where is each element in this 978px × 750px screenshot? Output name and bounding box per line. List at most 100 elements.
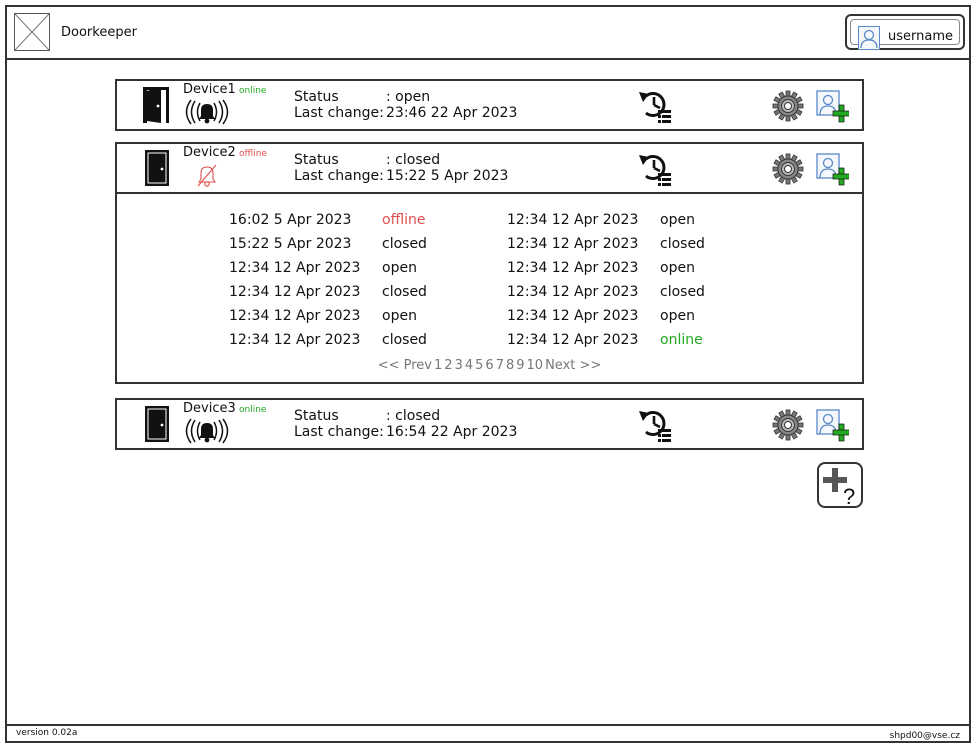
alarm-bell-icon [185, 418, 229, 444]
pager-page[interactable]: 5 [475, 358, 483, 373]
history-time: 16:02 5 Apr 2023 [229, 212, 352, 228]
alarm-bell-icon [185, 99, 229, 125]
history-time: 12:34 12 Apr 2023 [229, 308, 361, 324]
status-value: : closed [386, 408, 441, 424]
add-user-icon [816, 153, 851, 186]
alarm-toggle[interactable] [181, 99, 233, 125]
door-status [141, 148, 173, 188]
history-state: open [660, 260, 695, 276]
pager-page[interactable]: 2 [444, 358, 452, 373]
history-button[interactable] [636, 150, 674, 186]
settings-button[interactable] [772, 90, 804, 122]
alarm-off-icon [197, 164, 217, 187]
last-change-value: 15:22 5 Apr 2023 [386, 168, 509, 184]
logo-image [14, 13, 50, 51]
add-user-button[interactable] [815, 152, 851, 186]
settings-button[interactable] [772, 409, 804, 441]
history-icon [639, 411, 671, 442]
history-time: 12:34 12 Apr 2023 [229, 284, 361, 300]
last-change-label: Last change: [294, 105, 384, 121]
username-label: username [888, 29, 953, 44]
pager-page[interactable]: 10 [527, 358, 544, 373]
pager-page[interactable]: 8 [506, 358, 514, 373]
history-icon [639, 92, 671, 123]
history-state: closed [382, 332, 427, 348]
pager-page[interactable]: 4 [465, 358, 473, 373]
device-name: Device1 [183, 82, 236, 97]
connection-badge: online [239, 405, 267, 415]
pager-page[interactable]: 3 [455, 358, 463, 373]
device-card: Device1 online Status : open Last change: 23:… [115, 79, 864, 131]
history-state: online [660, 332, 703, 348]
history-time: 12:34 12 Apr 2023 [507, 308, 639, 324]
device-card-header: Device3 online Status: closed Last change: 1… [117, 400, 862, 448]
add-user-button[interactable] [815, 89, 851, 123]
status-label: Status [294, 89, 339, 105]
history-time: 12:34 12 Apr 2023 [507, 260, 639, 276]
history-state: closed [660, 284, 705, 300]
svg-text:?: ? [843, 484, 855, 506]
pager-page[interactable]: 6 [485, 358, 493, 373]
add-user-icon [816, 409, 851, 442]
device-name: Device2 [183, 145, 236, 160]
pager-prev[interactable]: << Prev [378, 358, 432, 373]
status-value: : closed [386, 152, 441, 168]
status-label: Status [294, 152, 339, 168]
history-time: 12:34 12 Apr 2023 [229, 332, 361, 348]
history-panel: 16:02 5 Apr 2023 offline 15:22 5 Apr 2023 c… [117, 192, 862, 382]
door-open-icon [143, 87, 169, 123]
history-button[interactable] [636, 406, 674, 442]
device-card-header: Device2 offline Status : closed Last change:… [117, 144, 862, 192]
history-state: closed [382, 284, 427, 300]
alarm-toggle[interactable] [181, 418, 233, 444]
add-device-icon: ? [823, 468, 855, 509]
pager-page[interactable]: 7 [496, 358, 504, 373]
device-card: Device3 online Status: closed Last change: 1… [115, 398, 864, 450]
last-change-label: Last change: [294, 424, 384, 440]
footer-divider [5, 724, 971, 726]
history-button[interactable] [636, 87, 674, 123]
gear-icon [772, 409, 804, 441]
device-card: Device2 offline Status: closed Last change:… [115, 142, 864, 384]
history-time: 12:34 12 Apr 2023 [507, 236, 639, 252]
app-title: Doorkeeper [61, 25, 137, 40]
status-label: Status [294, 408, 339, 424]
history-time: 12:34 12 Apr 2023 [229, 260, 361, 276]
history-time: 15:22 5 Apr 2023 [229, 236, 352, 252]
history-time: 12:34 12 Apr 2023 [507, 284, 639, 300]
device-card-header: Device1 online Status : open Last change: 23:… [117, 81, 862, 129]
settings-button[interactable] [772, 153, 804, 185]
user-avatar-icon [858, 26, 880, 50]
header-divider [5, 58, 971, 60]
add-user-icon [816, 90, 851, 123]
pager-next[interactable]: Next >> [545, 358, 601, 373]
pager-page[interactable]: 9 [516, 358, 524, 373]
door-closed-icon [145, 150, 169, 186]
alarm-toggle[interactable] [181, 162, 233, 188]
gear-icon [772, 90, 804, 122]
door-status [141, 85, 173, 125]
history-icon [639, 155, 671, 186]
device-name: Device3 [183, 401, 236, 416]
history-state: offline [382, 212, 426, 228]
connection-badge: online [239, 86, 267, 96]
history-time: 12:34 12 Apr 2023 [507, 212, 639, 228]
history-state: open [382, 308, 417, 324]
user-menu-button[interactable]: username [845, 14, 965, 50]
add-user-button[interactable] [815, 408, 851, 442]
status-value: : open [386, 89, 431, 105]
connection-badge: offline [239, 149, 267, 159]
add-device-button[interactable]: ? [817, 462, 863, 509]
door-closed-icon [145, 406, 169, 442]
history-state: open [660, 212, 695, 228]
history-time: 12:34 12 Apr 2023 [507, 332, 639, 348]
version-label: version 0.02a [16, 728, 78, 738]
last-change-label: Last change: [294, 168, 384, 184]
history-state: closed [382, 236, 427, 252]
history-state: closed [660, 236, 705, 252]
pager-page[interactable]: 1 [434, 358, 442, 373]
pagination: << Prev 1 2 3 4 5 6 7 8 9 10 Next >> [117, 358, 862, 373]
last-change-value: 23:46 22 Apr 2023 [386, 105, 518, 121]
history-state: open [660, 308, 695, 324]
contact-email: shpd00@vse.cz [889, 731, 960, 741]
